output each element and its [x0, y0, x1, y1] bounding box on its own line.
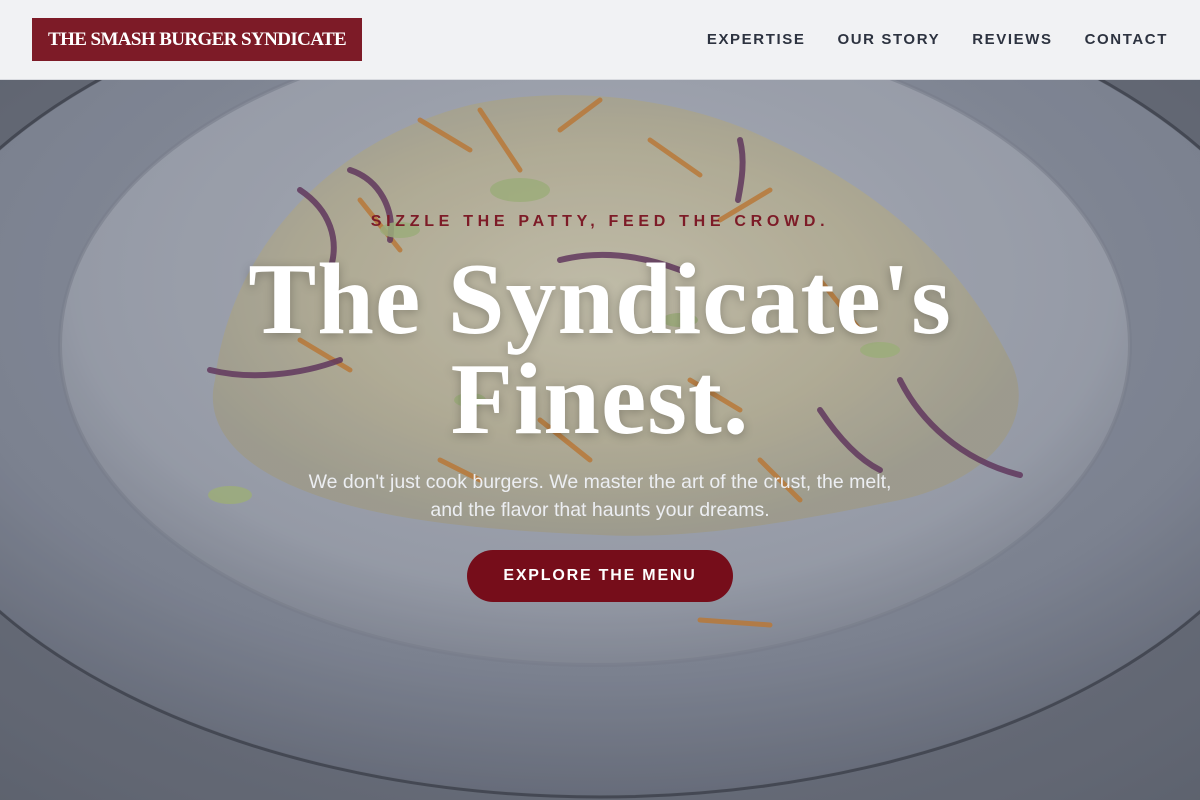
nav-link-our-story[interactable]: OUR STORY — [837, 31, 940, 48]
explore-menu-button[interactable]: EXPLORE THE MENU — [467, 550, 733, 602]
brand-logo-text: THE SMASH BURGER SYNDICATE — [48, 28, 347, 50]
hero-tagline: SIZZLE THE PATTY, FEED THE CROWD. — [370, 213, 830, 230]
hero-headline: The Syndicate's Finest. — [0, 249, 1200, 451]
main-nav: EXPERTISE OUR STORY REVIEWS CONTACT — [707, 31, 1168, 48]
hero-subtext-line1: We don't just cook burgers. We master th… — [308, 471, 892, 493]
hero-headline-line1: The Syndicate's — [248, 243, 952, 356]
brand-logo[interactable]: THE SMASH BURGER SYNDICATE — [32, 18, 363, 61]
nav-link-contact[interactable]: CONTACT — [1085, 31, 1168, 48]
nav-link-reviews[interactable]: REVIEWS — [972, 31, 1052, 48]
hero-section: SIZZLE THE PATTY, FEED THE CROWD. The Sy… — [0, 80, 1200, 800]
hero-content: SIZZLE THE PATTY, FEED THE CROWD. The Sy… — [0, 80, 1200, 800]
hero-subtext: We don't just cook burgers. We master th… — [260, 468, 940, 524]
nav-link-expertise[interactable]: EXPERTISE — [707, 31, 806, 48]
hero-subtext-line2: and the flavor that haunts your dreams. — [430, 499, 770, 521]
site-header: THE SMASH BURGER SYNDICATE EXPERTISE OUR… — [0, 0, 1200, 80]
hero-headline-line2: Finest. — [450, 343, 750, 456]
